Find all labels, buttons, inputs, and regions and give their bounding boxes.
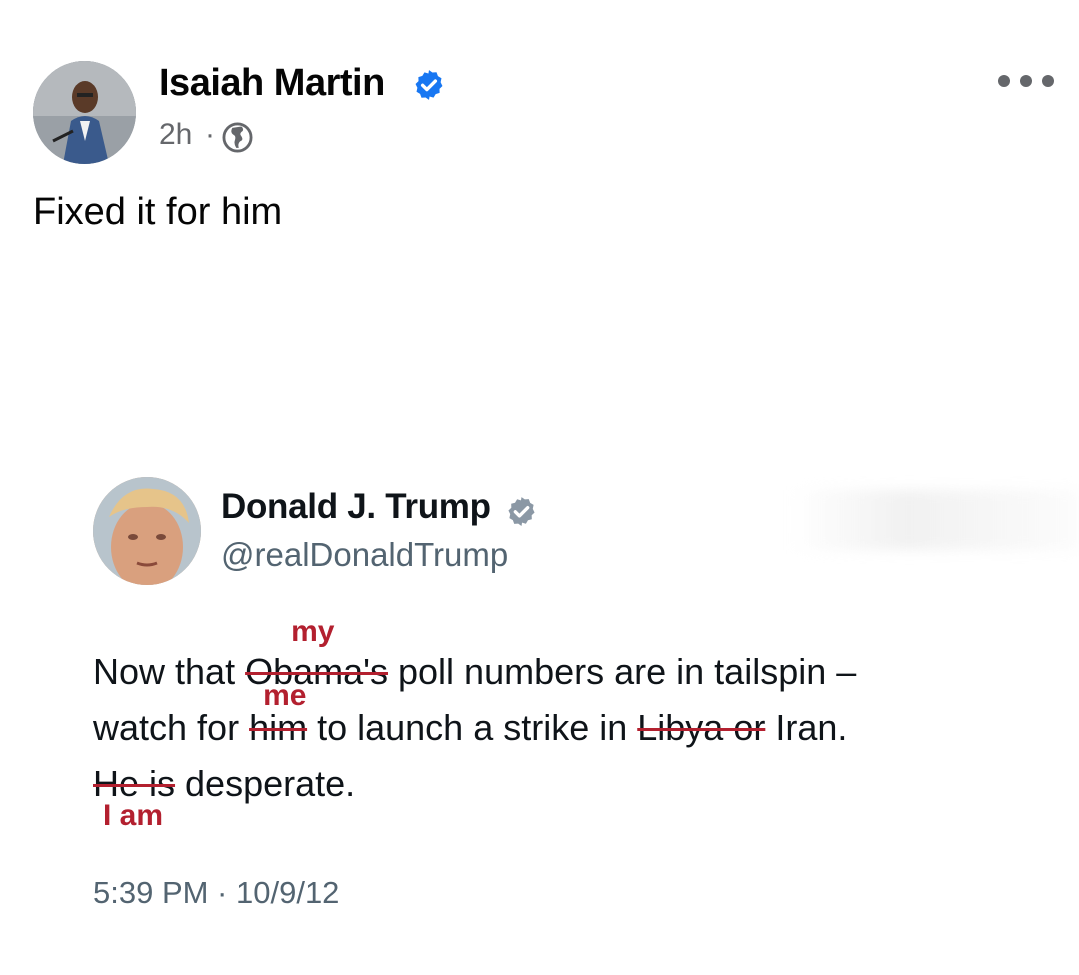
embedded-tweet-image[interactable]: Donald J. Trump @realDonaldTrump Now tha…: [0, 440, 1079, 975]
author-avatar-photo: [33, 61, 136, 164]
author-avatar[interactable]: [33, 61, 136, 164]
struck-text: him: [249, 707, 308, 748]
tweet-text: Now that: [93, 651, 246, 692]
tweet-text: to launch a strike in: [307, 707, 638, 748]
more-options-button[interactable]: [998, 66, 1054, 96]
more-options-icon: [998, 75, 1010, 87]
tweet-text: watch for: [93, 707, 250, 748]
tweet-line-3: He is I am desperate.: [93, 763, 356, 831]
tweet-avatar-photo: [93, 477, 201, 585]
struck-word: He is I am: [93, 763, 176, 831]
post-timestamp[interactable]: 2h: [159, 118, 192, 152]
struck-text: He is: [93, 763, 176, 804]
tweet-handle: @realDonaldTrump: [221, 536, 509, 573]
tweet-timestamp: 5:39 PM · 10/9/12: [93, 875, 340, 910]
image-haze: [790, 490, 1079, 550]
handwritten-correction: me: [263, 679, 307, 712]
globe-icon[interactable]: [222, 122, 253, 153]
tweet-line-2: watch for him me to launch a strike in Li…: [93, 681, 848, 748]
tweet-text: Iran.: [765, 707, 848, 748]
struck-word: Libya or: [637, 707, 766, 748]
tweet-text: desperate.: [175, 763, 356, 804]
tweet-verified-icon: [508, 497, 535, 526]
tweet-text: poll numbers are in tailspin –: [388, 651, 857, 692]
handwritten-correction: I am: [103, 799, 164, 832]
handwritten-correction: my: [291, 615, 335, 648]
struck-word: him me: [249, 681, 308, 748]
post-text: Fixed it for him: [33, 191, 283, 233]
verified-badge-icon: [415, 70, 443, 100]
tweet-line-1: Now that Obama's my poll numbers are in t…: [93, 617, 857, 692]
author-name[interactable]: Isaiah Martin: [159, 62, 385, 105]
tweet-author-avatar: [93, 477, 201, 585]
tweet-author-name: Donald J. Trump: [221, 487, 491, 526]
meta-separator: ·: [205, 118, 215, 151]
